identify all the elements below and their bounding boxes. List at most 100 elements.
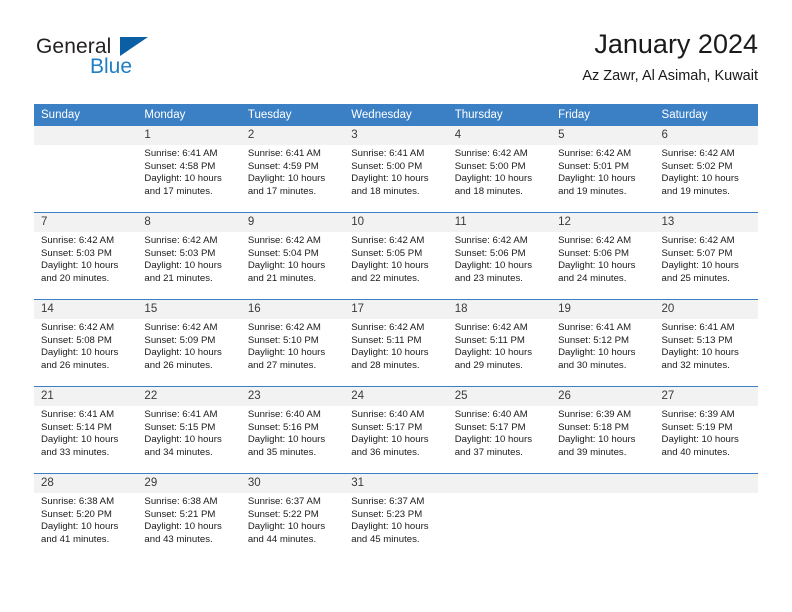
calendar-cell-day[interactable]: 6 Sunrise: 6:42 AM Sunset: 5:02 PM Daylight… (654, 126, 758, 213)
calendar-cell-day[interactable]: 30 Sunrise: 6:37 AM Sunset: 5:22 PM Dayligh… (240, 473, 345, 560)
calendar-cell-day[interactable]: 8 Sunrise: 6:42 AM Sunset: 5:03 PM Daylight… (137, 212, 241, 300)
daylight-text: Daylight: 10 hours and 17 minutes. (144, 173, 222, 197)
calendar-cell-day[interactable]: 19 Sunrise: 6:41 AM Sunset: 5:12 PM Dayligh… (551, 299, 655, 387)
weekday-header-wednesday: Wednesday (344, 104, 448, 126)
calendar-cell-empty (551, 473, 655, 560)
sunrise-text: Sunrise: 6:41 AM (144, 148, 218, 159)
day-details: Sunrise: 6:41 AM Sunset: 5:00 PM Daylight:… (344, 145, 447, 198)
sunset-text: Sunset: 5:02 PM (661, 160, 733, 172)
day-number: 9 (240, 213, 345, 232)
daylight-text: Daylight: 10 hours and 29 minutes. (454, 347, 533, 371)
calendar-cell-day[interactable]: 18 Sunrise: 6:42 AM Sunset: 5:11 PM Dayligh… (447, 299, 552, 387)
daylight-text: Daylight: 10 hours and 19 minutes. (661, 173, 739, 197)
day-details: Sunrise: 6:42 AM Sunset: 5:09 PM Daylight:… (137, 319, 240, 372)
calendar-week-row: 14 Sunrise: 6:42 AM Sunset: 5:08 PM Dayligh… (34, 299, 758, 387)
day-number: 3 (344, 126, 448, 145)
daylight-text: Daylight: 10 hours and 36 minutes. (351, 434, 429, 458)
calendar-cell-day[interactable]: 27 Sunrise: 6:39 AM Sunset: 5:19 PM Dayligh… (654, 386, 758, 474)
day-details: Sunrise: 6:42 AM Sunset: 5:06 PM Daylight:… (448, 232, 551, 285)
day-details: Sunrise: 6:39 AM Sunset: 5:19 PM Daylight:… (655, 406, 758, 459)
daylight-text: Daylight: 10 hours and 27 minutes. (247, 347, 326, 371)
day-details: Sunrise: 6:42 AM Sunset: 5:08 PM Daylight:… (34, 319, 137, 372)
generalblue-logo[interactable]: General Blue (36, 36, 236, 88)
day-number: 4 (447, 126, 552, 145)
sunrise-text: Sunrise: 6:41 AM (247, 148, 321, 159)
sunrise-text: Sunrise: 6:42 AM (661, 148, 735, 159)
daylight-text: Daylight: 10 hours and 24 minutes. (558, 260, 636, 284)
calendar-cell-day[interactable]: 9 Sunrise: 6:42 AM Sunset: 5:04 PM Daylight… (240, 212, 345, 300)
calendar-cell-day[interactable]: 7 Sunrise: 6:42 AM Sunset: 5:03 PM Daylight… (34, 212, 138, 300)
sunset-text: Sunset: 5:14 PM (41, 421, 112, 433)
day-details: Sunrise: 6:42 AM Sunset: 5:03 PM Daylight:… (137, 232, 240, 285)
sunset-text: Sunset: 5:00 PM (454, 160, 526, 172)
day-number: 6 (654, 126, 758, 145)
calendar-cell-day[interactable]: 20 Sunrise: 6:41 AM Sunset: 5:13 PM Dayligh… (654, 299, 758, 387)
calendar-cell-day[interactable]: 12 Sunrise: 6:42 AM Sunset: 5:06 PM Dayligh… (551, 212, 655, 300)
daylight-text: Daylight: 10 hours and 25 minutes. (661, 260, 739, 284)
calendar-cell-day[interactable]: 22 Sunrise: 6:41 AM Sunset: 5:15 PM Dayligh… (137, 386, 241, 474)
day-details: Sunrise: 6:42 AM Sunset: 5:05 PM Daylight:… (344, 232, 447, 285)
sunrise-text: Sunrise: 6:38 AM (41, 496, 115, 507)
sunset-text: Sunset: 5:22 PM (247, 508, 319, 520)
calendar-cell-day[interactable]: 10 Sunrise: 6:42 AM Sunset: 5:05 PM Dayligh… (344, 212, 448, 300)
weekday-header-thursday: Thursday (447, 104, 552, 126)
day-details: Sunrise: 6:40 AM Sunset: 5:17 PM Daylight:… (448, 406, 551, 459)
day-number: 24 (344, 387, 448, 406)
calendar-cell-day[interactable]: 4 Sunrise: 6:42 AM Sunset: 5:00 PM Daylight… (447, 126, 552, 213)
weekday-header-monday: Monday (137, 104, 241, 126)
calendar-cell-day[interactable]: 24 Sunrise: 6:40 AM Sunset: 5:17 PM Dayligh… (344, 386, 448, 474)
sunset-text: Sunset: 5:05 PM (351, 247, 423, 259)
sunrise-text: Sunrise: 6:42 AM (144, 322, 218, 333)
calendar-cell-day[interactable]: 13 Sunrise: 6:42 AM Sunset: 5:07 PM Dayligh… (654, 212, 758, 300)
calendar-week-row: 1 Sunrise: 6:41 AM Sunset: 4:58 PM Daylight… (34, 126, 758, 213)
sunrise-text: Sunrise: 6:42 AM (454, 322, 528, 333)
day-number: 25 (447, 387, 552, 406)
calendar-cell-empty (34, 126, 138, 213)
day-details: Sunrise: 6:41 AM Sunset: 5:14 PM Daylight:… (34, 406, 137, 459)
day-number: 31 (344, 474, 448, 493)
daylight-text: Daylight: 10 hours and 19 minutes. (558, 173, 636, 197)
calendar-cell-day[interactable]: 3 Sunrise: 6:41 AM Sunset: 5:00 PM Daylight… (344, 126, 448, 213)
sunset-text: Sunset: 5:18 PM (558, 421, 630, 433)
day-details: Sunrise: 6:42 AM Sunset: 5:07 PM Daylight:… (655, 232, 758, 285)
calendar-cell-day[interactable]: 2 Sunrise: 6:41 AM Sunset: 4:59 PM Daylight… (240, 126, 345, 213)
title-block: January 2024 Az Zawr, Al Asimah, Kuwait (582, 28, 758, 85)
weekday-header-friday: Friday (551, 104, 655, 126)
calendar-cell-day[interactable]: 16 Sunrise: 6:42 AM Sunset: 5:10 PM Dayligh… (240, 299, 345, 387)
calendar-cell-day[interactable]: 5 Sunrise: 6:42 AM Sunset: 5:01 PM Daylight… (551, 126, 655, 213)
sunrise-text: Sunrise: 6:39 AM (558, 409, 632, 420)
sunset-text: Sunset: 5:13 PM (661, 334, 733, 346)
calendar-cell-day[interactable]: 14 Sunrise: 6:42 AM Sunset: 5:08 PM Dayligh… (34, 299, 138, 387)
daylight-text: Daylight: 10 hours and 21 minutes. (247, 260, 326, 284)
sunset-text: Sunset: 5:06 PM (558, 247, 630, 259)
calendar-cell-empty (447, 473, 552, 560)
calendar-cell-day[interactable]: 11 Sunrise: 6:42 AM Sunset: 5:06 PM Dayligh… (447, 212, 552, 300)
calendar-cell-day[interactable]: 21 Sunrise: 6:41 AM Sunset: 5:14 PM Dayligh… (34, 386, 138, 474)
calendar-cell-day[interactable]: 17 Sunrise: 6:42 AM Sunset: 5:11 PM Dayligh… (344, 299, 448, 387)
calendar-week-row: 21 Sunrise: 6:41 AM Sunset: 5:14 PM Dayligh… (34, 386, 758, 474)
sunrise-text: Sunrise: 6:41 AM (144, 409, 218, 420)
sunrise-text: Sunrise: 6:42 AM (454, 148, 528, 159)
weekday-header-tuesday: Tuesday (240, 104, 345, 126)
calendar-cell-day[interactable]: 26 Sunrise: 6:39 AM Sunset: 5:18 PM Dayligh… (551, 386, 655, 474)
daylight-text: Daylight: 10 hours and 21 minutes. (144, 260, 222, 284)
calendar-cell-day[interactable]: 15 Sunrise: 6:42 AM Sunset: 5:09 PM Dayligh… (137, 299, 241, 387)
day-details: Sunrise: 6:39 AM Sunset: 5:18 PM Daylight:… (551, 406, 654, 459)
sunset-text: Sunset: 5:09 PM (144, 334, 216, 346)
calendar-cell-day[interactable]: 1 Sunrise: 6:41 AM Sunset: 4:58 PM Daylight… (137, 126, 241, 213)
daylight-text: Daylight: 10 hours and 44 minutes. (247, 521, 326, 545)
day-number: 17 (344, 300, 448, 319)
day-number (447, 474, 552, 493)
sunset-text: Sunset: 5:20 PM (41, 508, 112, 520)
sunset-text: Sunset: 5:08 PM (41, 334, 112, 346)
day-number: 26 (551, 387, 655, 406)
day-details: Sunrise: 6:42 AM Sunset: 5:10 PM Daylight:… (241, 319, 344, 372)
calendar-cell-day[interactable]: 23 Sunrise: 6:40 AM Sunset: 5:16 PM Dayligh… (240, 386, 345, 474)
calendar-cell-day[interactable]: 25 Sunrise: 6:40 AM Sunset: 5:17 PM Dayligh… (447, 386, 552, 474)
daylight-text: Daylight: 10 hours and 37 minutes. (454, 434, 533, 458)
weekday-header-saturday: Saturday (654, 104, 758, 126)
calendar-cell-day[interactable]: 29 Sunrise: 6:38 AM Sunset: 5:21 PM Dayligh… (137, 473, 241, 560)
daylight-text: Daylight: 10 hours and 33 minutes. (41, 434, 119, 458)
calendar-cell-day[interactable]: 28 Sunrise: 6:38 AM Sunset: 5:20 PM Dayligh… (34, 473, 138, 560)
calendar-cell-day[interactable]: 31 Sunrise: 6:37 AM Sunset: 5:23 PM Dayligh… (344, 473, 448, 560)
